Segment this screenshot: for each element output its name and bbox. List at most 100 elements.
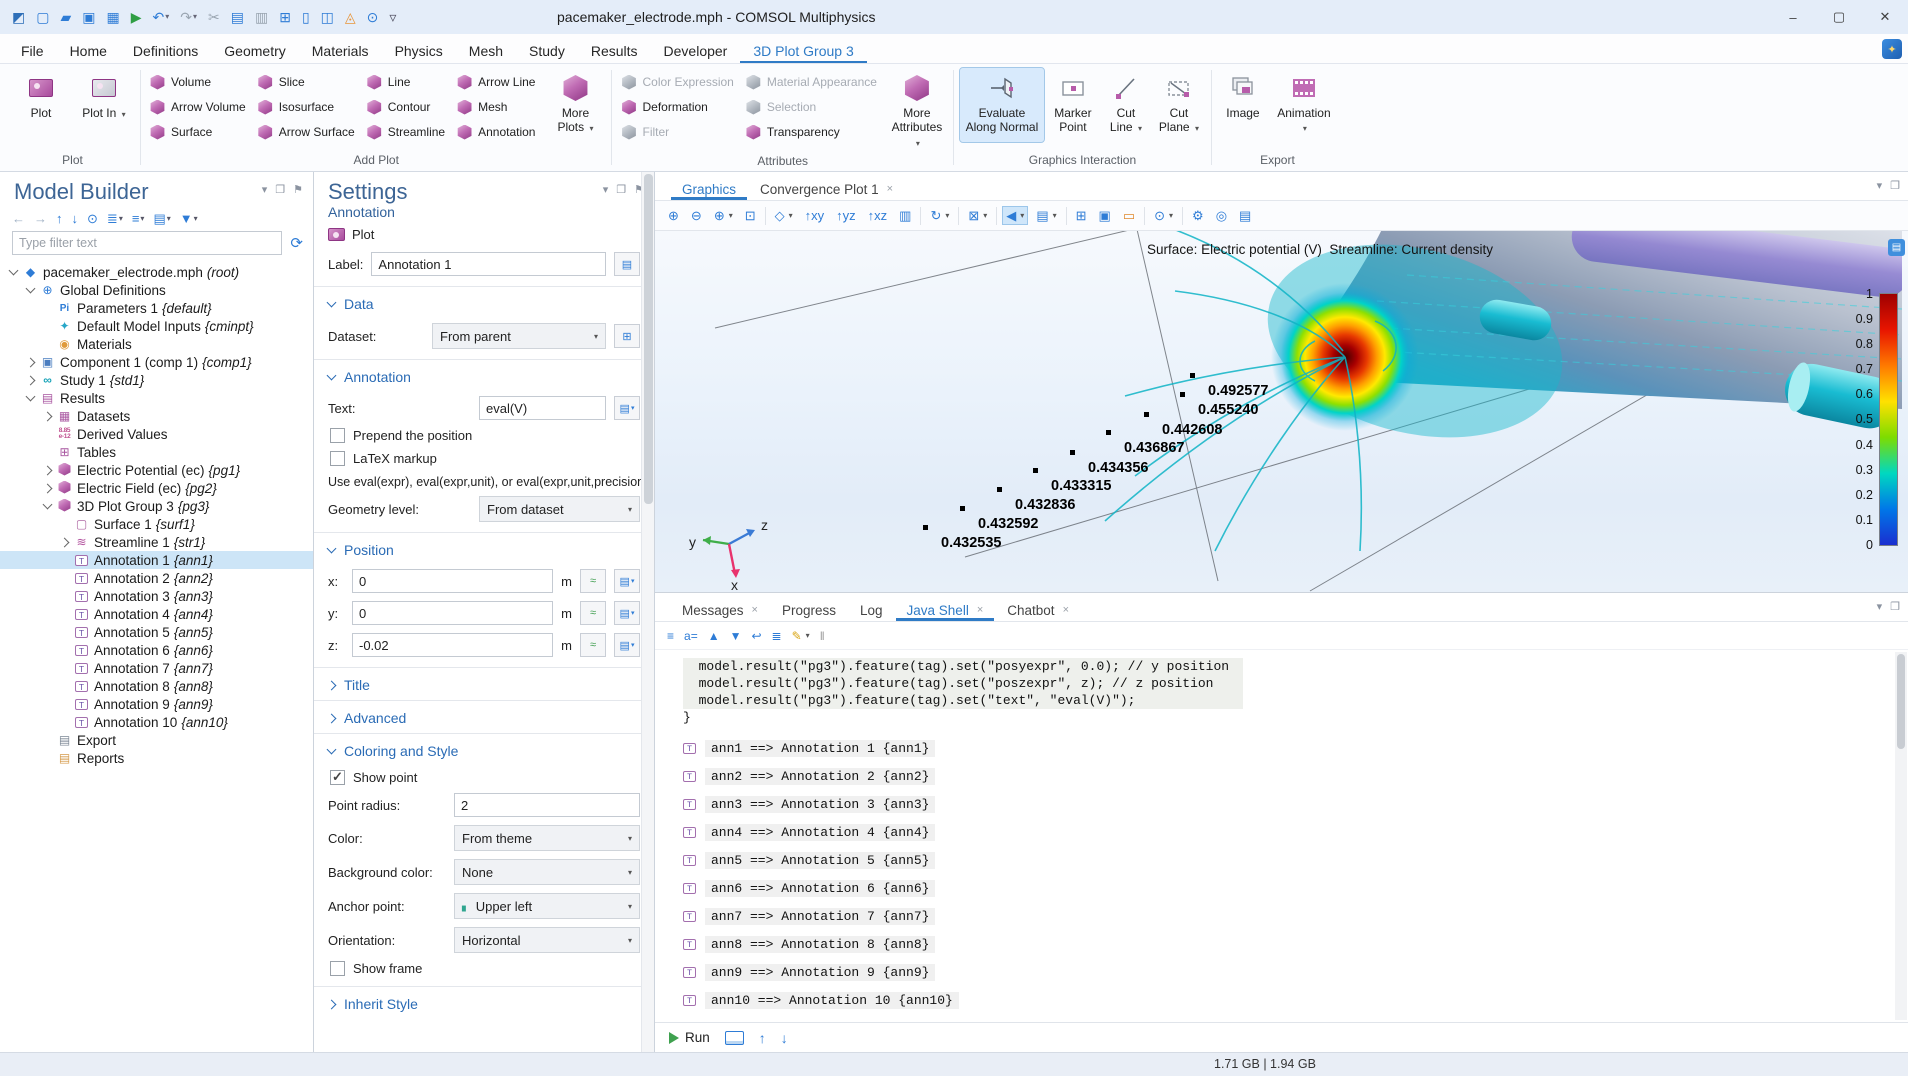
tree-item-component-1-comp-1[interactable]: ▣Component 1 (comp 1){comp1} [0,353,313,371]
scene-light-icon[interactable]: ◀▾ [1003,207,1027,224]
panel-menu-icon[interactable]: ▾ [1877,600,1883,613]
position-x-input[interactable] [352,569,553,593]
add-plot-contour-button[interactable]: Contour [364,96,452,118]
tree-item-tables[interactable]: ⊞Tables [0,443,313,461]
label-input[interactable] [371,252,606,276]
float-panel-icon[interactable]: ❐ [616,183,626,196]
color-select[interactable]: From theme▾ [454,825,640,851]
refresh-icon[interactable]: ⟳ [290,234,303,252]
more-attributes-button[interactable]: More Attributes ▾ [887,68,947,151]
view-yz-icon[interactable]: ↑yz [833,207,859,224]
unit-menu-button[interactable]: ▤▾ [614,569,640,593]
assistant-icon[interactable]: ✦ [1882,39,1902,59]
zoom-in-icon[interactable]: ⊕ [665,207,682,224]
expander-icon[interactable] [43,465,53,475]
stop-icon[interactable]: ‖ [820,630,825,642]
tree-item-parameters-1[interactable]: PiParameters 1{default} [0,299,313,317]
pin-icon[interactable]: ⚑ [293,183,303,196]
tree-item-study-1[interactable]: ∞Study 1{std1} [0,371,313,389]
tree-item-default-model-inputs[interactable]: ✦Default Model Inputs{cminpt} [0,317,313,335]
legend-icon[interactable]: ▥ [896,207,914,224]
show-frame-checkbox[interactable] [330,961,345,976]
marker-point-button[interactable]: Marker Point [1047,68,1099,142]
new-file-icon[interactable]: ▢ [36,10,49,24]
expander-icon[interactable] [9,266,19,276]
filter-input[interactable] [12,231,282,255]
add-plot-arrow-volume-button[interactable]: Arrow Volume [147,96,253,118]
expander-icon[interactable] [26,375,36,385]
panel-menu-icon[interactable]: ▾ [262,183,268,196]
tree-item-electric-field-ec[interactable]: Electric Field (ec){pg2} [0,479,313,497]
attribute-deformation-button[interactable]: Deformation [618,96,740,118]
list-icon[interactable]: ≣ [772,630,782,642]
run-button[interactable]: Run [669,1030,710,1045]
position-y-input[interactable] [352,601,553,625]
expander-icon[interactable] [60,537,70,547]
anchor-point-select[interactable]: ▖Upper left▾ [454,893,640,919]
edit-dataset-button[interactable]: ⊞ [614,324,640,348]
clear-selection-icon[interactable]: ◬ [345,10,356,24]
default-view-icon[interactable]: ◇▾ [772,207,796,224]
wrap-icon[interactable]: ↩ [751,630,761,642]
image-button[interactable]: Image [1218,68,1268,142]
expander-icon[interactable] [43,483,53,493]
more-plots-button[interactable]: More Plots ▾ [545,68,605,142]
section-header-title[interactable]: Title [314,668,654,700]
tree-item-3d-plot-group-3[interactable]: 3D Plot Group 3{pg3} [0,497,313,515]
tree-item-derived-values[interactable]: 8.85e-12Derived Values [0,425,313,443]
position-z-input[interactable] [352,633,553,657]
plot-in-button[interactable]: Plot In ▾ [74,68,134,142]
add-plot-surface-button[interactable]: Surface [147,121,253,143]
add-plot-arrow-line-button[interactable]: Arrow Line [454,71,542,93]
history-down-icon[interactable]: ↓ [781,1030,788,1046]
add-plot-annotation-button[interactable]: Annotation [454,121,542,143]
grid-icon[interactable]: ⊞ [1073,207,1090,224]
tab-file[interactable]: File [8,34,57,63]
label-action-button[interactable]: ▤ [614,252,640,276]
plot-properties-floater-icon[interactable]: ▤ [1888,239,1905,256]
tree-item-electric-potential-ec[interactable]: Electric Potential (ec){pg1} [0,461,313,479]
minimize-icon[interactable]: – [1770,0,1816,34]
delete-icon[interactable]: ▯ [302,10,310,24]
tab-results[interactable]: Results [578,34,651,63]
redo-icon[interactable]: ↷▾ [180,10,197,24]
columns-icon[interactable]: ▤▾ [153,212,170,225]
close-tab-icon[interactable]: × [752,604,758,616]
tab-log[interactable]: Log [849,593,894,621]
panel-menu-icon[interactable]: ▾ [603,183,609,196]
attribute-selection-button[interactable]: Selection [743,96,884,118]
update-icon[interactable]: ⚙ [1189,207,1207,224]
geometry-level-select[interactable]: From dataset▾ [479,496,640,522]
windows-icon[interactable]: ▣ [1096,207,1114,224]
declarations-icon[interactable]: a= [684,630,698,642]
highlight-icon[interactable]: ✎▾ [792,630,810,642]
history-up-icon[interactable]: ↑ [759,1030,766,1046]
tab-progress[interactable]: Progress [771,593,847,621]
view-xy-icon[interactable]: ↑xy [802,207,828,224]
add-plot-slice-button[interactable]: Slice [255,71,362,93]
settings-plot-button[interactable]: Plot [352,227,374,242]
add-plot-arrow-surface-button[interactable]: Arrow Surface [255,121,362,143]
attribute-transparency-button[interactable]: Transparency [743,121,884,143]
move-up-icon[interactable]: ↑ [56,212,63,225]
move-down-icon[interactable]: ↓ [72,212,79,225]
tab-graphics[interactable]: Graphics [671,172,747,200]
zoom-extents-icon[interactable]: ⊡ [742,207,759,224]
zoom-out-icon[interactable]: ⊖ [688,207,705,224]
zoom-selected-icon[interactable]: ⊙▾ [1151,207,1176,224]
show-point-checkbox[interactable] [330,770,345,785]
tree-item-reports[interactable]: ▤Reports [0,749,313,767]
measure-icon[interactable]: ▭ [1120,207,1138,224]
collapse-all-icon[interactable]: ▼ [730,630,742,642]
tree-item-annotation-10[interactable]: TAnnotation 10{ann10} [0,713,313,731]
filter-icon[interactable]: ▼▾ [180,212,198,225]
cut-plane-button[interactable]: Cut Plane ▾ [1153,68,1205,142]
float-panel-icon[interactable]: ❐ [1890,600,1900,613]
paste-icon[interactable]: ▥ [255,10,268,24]
select-icon[interactable]: ◫ [321,10,334,24]
orientation-select[interactable]: Horizontal▾ [454,927,640,953]
section-header-annotation[interactable]: Annotation [314,360,654,392]
attribute-filter-button[interactable]: Filter [618,121,740,143]
tab-geometry[interactable]: Geometry [211,34,298,63]
tree-item-annotation-8[interactable]: TAnnotation 8{ann8} [0,677,313,695]
